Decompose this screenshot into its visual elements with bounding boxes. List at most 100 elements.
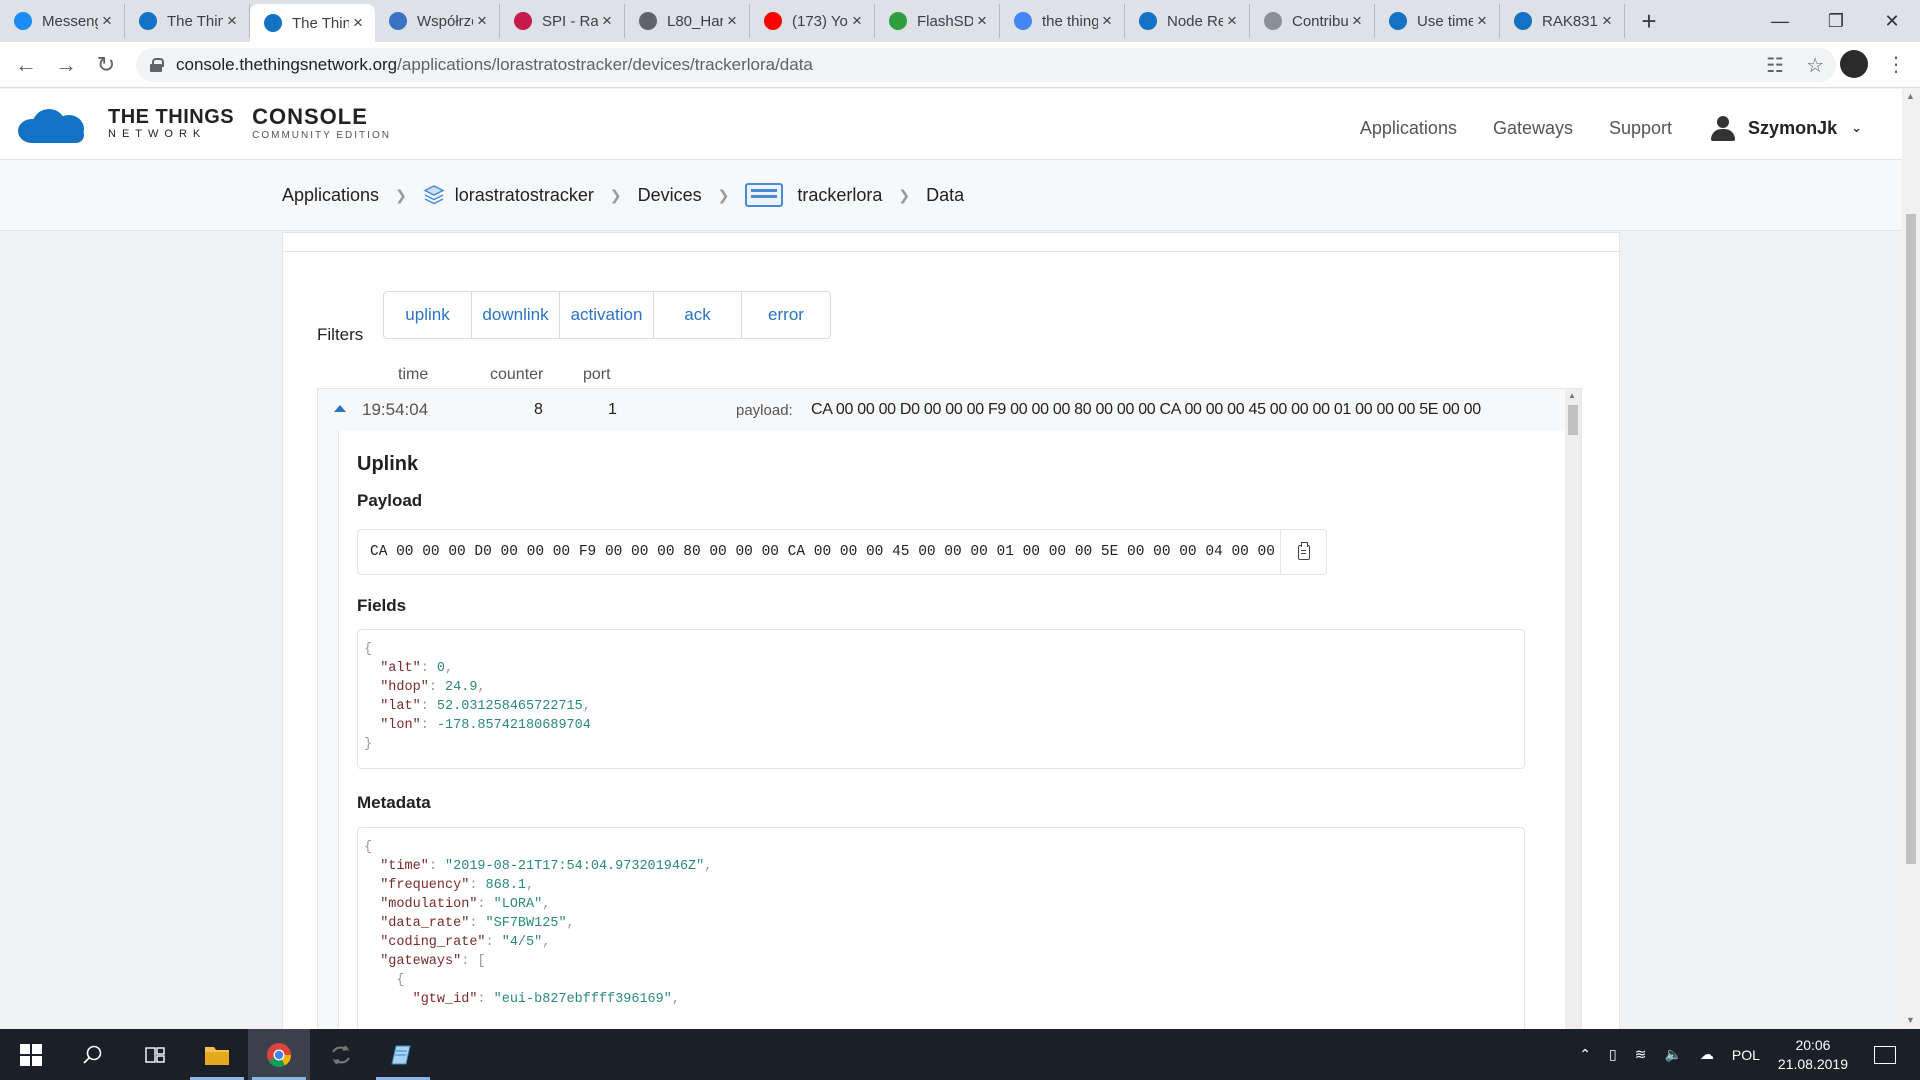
filter-downlink[interactable]: downlink <box>472 292 560 338</box>
user-icon <box>1708 113 1738 143</box>
filter-uplink[interactable]: uplink <box>384 292 472 338</box>
tab-close-icon[interactable]: × <box>98 11 116 31</box>
filter-ack[interactable]: ack <box>654 292 742 338</box>
system-clock[interactable]: 20:06 21.08.2019 <box>1778 1036 1848 1074</box>
browser-tab[interactable]: (173) YouTube× <box>750 4 875 38</box>
chevron-right-icon: ❯ <box>898 186 911 203</box>
browser-menu-icon[interactable]: ⋮ <box>1886 52 1906 77</box>
taskbar-sync-app[interactable] <box>310 1029 372 1080</box>
payload-hex[interactable]: CA 00 00 00 D0 00 00 00 F9 00 00 00 80 0… <box>358 544 1280 560</box>
tab-close-icon[interactable]: × <box>349 13 367 33</box>
copy-button[interactable] <box>1280 530 1326 574</box>
profile-avatar[interactable] <box>1840 50 1868 78</box>
scroll-down-arrow-icon[interactable]: ▼ <box>1906 1015 1915 1025</box>
nav-gateways[interactable]: Gateways <box>1493 118 1573 139</box>
browser-tab[interactable]: The Things× <box>250 4 375 42</box>
json-key: "lat" <box>380 699 421 714</box>
breadcrumb-devices[interactable]: Devices <box>638 185 702 206</box>
breadcrumb-applications[interactable]: Applications <box>282 185 379 206</box>
translate-icon[interactable]: ☷ <box>1766 53 1784 78</box>
tab-close-icon[interactable]: × <box>1223 11 1241 31</box>
back-button[interactable]: ← <box>6 45 46 85</box>
tab-close-icon[interactable]: × <box>973 11 991 31</box>
show-hidden-icons-chevron-icon[interactable]: ⌃ <box>1579 1046 1591 1063</box>
browser-tab[interactable]: The Things× <box>125 4 250 38</box>
tab-close-icon[interactable]: × <box>598 11 616 31</box>
browser-tab[interactable]: SPI - Raspberry× <box>500 4 625 38</box>
event-row[interactable]: 19:54:04 8 1 payload: CA 00 00 00 D0 00 … <box>318 389 1565 431</box>
breadcrumb-app[interactable]: lorastratostracker <box>455 185 594 206</box>
browser-tab[interactable]: Messenger× <box>0 4 125 38</box>
breadcrumb: Applications ❯ lorastratostracker ❯ Devi… <box>0 160 1902 231</box>
ttn-logo[interactable]: THE THINGS NETWORK CONSOLE COMMUNITY EDI… <box>18 103 391 143</box>
metadata-json[interactable]: { "time": "2019-08-21T17:54:04.973201946… <box>357 827 1525 1029</box>
notification-center-icon[interactable] <box>1874 1045 1896 1064</box>
filter-activation[interactable]: activation <box>560 292 654 338</box>
input-language[interactable]: POL <box>1732 1047 1760 1063</box>
tab-close-icon[interactable]: × <box>848 11 866 31</box>
browser-tab[interactable]: FlashSD × <box>875 4 1000 38</box>
minimize-button[interactable]: — <box>1752 0 1808 42</box>
battery-icon[interactable]: ▯ <box>1609 1046 1617 1063</box>
json-brace: { <box>364 642 373 657</box>
address-bar[interactable]: console.thethingsnetwork.org/application… <box>136 48 1836 82</box>
forward-button[interactable]: → <box>46 45 86 85</box>
collapse-caret-icon[interactable] <box>334 405 346 412</box>
browser-tab[interactable]: L80_Hardware× <box>625 4 750 38</box>
search-button[interactable] <box>62 1029 124 1080</box>
page-scroll-thumb[interactable] <box>1906 214 1916 864</box>
tab-close-icon[interactable]: × <box>1348 11 1366 31</box>
tab-title: Use timestamp <box>1417 12 1473 30</box>
taskbar-chrome[interactable] <box>248 1029 310 1080</box>
taskbar-notepad[interactable] <box>372 1029 434 1080</box>
google-icon <box>1014 12 1032 30</box>
bookmark-star-icon[interactable]: ☆ <box>1806 53 1824 78</box>
lock-icon[interactable] <box>150 58 164 72</box>
json-value: 0 <box>436 661 446 676</box>
tab-close-icon[interactable]: × <box>223 11 241 31</box>
json-key: "frequency" <box>380 878 470 893</box>
browser-tab[interactable]: the things× <box>1000 4 1125 38</box>
fields-json[interactable]: { "alt": 0, "hdop": 24.9, "lat": 52.0312… <box>357 629 1525 769</box>
user-menu[interactable]: SzymonJk ⌄ <box>1708 113 1862 143</box>
wifi-icon[interactable]: ≋ <box>1635 1046 1647 1063</box>
nav-applications[interactable]: Applications <box>1360 118 1457 139</box>
event-list-scrollbar[interactable]: ▲ <box>1565 389 1581 1029</box>
page-scrollbar[interactable]: ▲ ▼ <box>1902 89 1920 1029</box>
json-key: "modulation" <box>380 897 478 912</box>
volume-icon[interactable]: 🔈 <box>1664 1046 1681 1063</box>
new-tab-button[interactable]: + <box>1629 4 1669 38</box>
browser-tab[interactable]: RAK831 × <box>1500 4 1625 38</box>
breadcrumb-device[interactable]: trackerlora <box>797 185 882 206</box>
tab-close-icon[interactable]: × <box>1598 11 1616 31</box>
json-key: "lon" <box>380 718 421 733</box>
json-key: "gtw_id" <box>412 992 478 1007</box>
tab-title: RAK831 <box>1542 12 1598 30</box>
task-view-button[interactable] <box>124 1029 186 1080</box>
tab-close-icon[interactable]: × <box>1098 11 1116 31</box>
reload-button[interactable]: ↻ <box>86 45 126 85</box>
scroll-thumb[interactable] <box>1568 405 1578 435</box>
filter-error[interactable]: error <box>742 292 830 338</box>
browser-tab[interactable]: Współrzędne× <box>375 4 500 38</box>
tab-close-icon[interactable]: × <box>473 11 491 31</box>
close-window-button[interactable]: ✕ <box>1864 0 1920 42</box>
event-payload-label: payload: <box>736 401 793 419</box>
nav-support[interactable]: Support <box>1609 118 1672 139</box>
browser-tab[interactable]: Contributing× <box>1250 4 1375 38</box>
maximize-button[interactable]: ❐ <box>1808 0 1864 42</box>
browser-tab[interactable]: Use timestamp× <box>1375 4 1500 38</box>
payload-box: CA 00 00 00 D0 00 00 00 F9 00 00 00 80 0… <box>357 529 1327 575</box>
scroll-up-arrow-icon[interactable]: ▲ <box>1568 391 1576 400</box>
taskbar-file-explorer[interactable] <box>186 1029 248 1080</box>
tab-close-icon[interactable]: × <box>1473 11 1491 31</box>
browser-tab[interactable]: Node Red× <box>1125 4 1250 38</box>
event-port: 1 <box>608 401 617 418</box>
start-button[interactable] <box>0 1029 62 1080</box>
tab-close-icon[interactable]: × <box>723 11 741 31</box>
event-counter: 8 <box>534 401 543 418</box>
tab-title: Node Red <box>1167 12 1223 30</box>
json-brace: { <box>364 840 373 855</box>
scroll-up-arrow-icon[interactable]: ▲ <box>1906 91 1915 101</box>
onedrive-cloud-icon[interactable]: ☁ <box>1700 1046 1714 1063</box>
